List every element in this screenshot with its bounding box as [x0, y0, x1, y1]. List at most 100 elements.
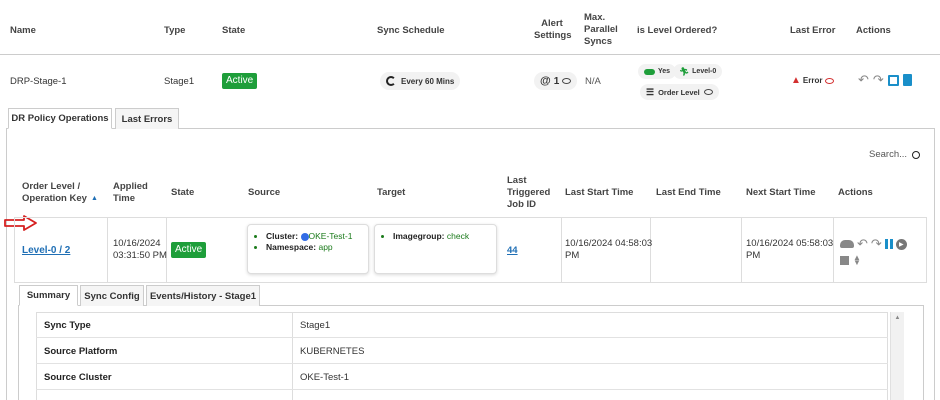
undo-icon[interactable]: ↶	[858, 72, 869, 88]
pause-icon[interactable]	[884, 239, 893, 249]
applied-header-line1: Applied	[113, 181, 148, 192]
col-header-alert-settings: Alert Settings	[534, 18, 572, 42]
col-header-last-error: Last Error	[790, 25, 836, 36]
undo-icon[interactable]: ↶	[857, 236, 868, 252]
search-box[interactable]: Search...	[869, 149, 921, 160]
last-start-line1: 10/16/2024 04:58:03	[565, 238, 653, 249]
scroll-up-icon[interactable]: ▲	[891, 315, 904, 321]
next-start-time: 10/16/2024 05:58:03 PM	[746, 238, 833, 262]
summary-row: Sync Type Stage1	[36, 312, 888, 338]
tab-summary[interactable]: Summary	[19, 285, 78, 306]
level-text: Level-0	[692, 68, 717, 75]
col-header-order-level[interactable]: Order Level / Operation Key ▲	[22, 181, 98, 205]
cluster-label: Cluster:	[266, 231, 299, 241]
ops-actions-row2: ▲ ▼	[840, 254, 922, 267]
col-header-source: Source	[248, 187, 281, 198]
warning-icon: ▲	[791, 75, 801, 86]
alert-count: 1	[553, 75, 560, 87]
source-cluster-item: Cluster: OKE-Test-1	[266, 231, 360, 242]
row-divider	[107, 217, 108, 283]
col-header-state: State	[222, 25, 246, 36]
col-header-sync-schedule: Sync Schedule	[377, 25, 445, 36]
order-level-link[interactable]: Level-0 / 2	[22, 245, 70, 256]
summary-value: Stage1	[300, 320, 331, 331]
order-level-pill[interactable]: ☰ Order Level	[640, 84, 719, 100]
summary-row-partial	[36, 390, 888, 400]
applied-clock: 03:31:50 PM	[113, 250, 167, 261]
redo-icon[interactable]: ↷	[871, 236, 882, 252]
policy-state-badge: Active	[222, 73, 258, 89]
search-input[interactable]: Search...	[869, 149, 907, 160]
max-header-line2: Parallel	[584, 24, 618, 35]
cloud-icon[interactable]	[840, 240, 854, 248]
at-icon: @	[540, 75, 551, 87]
imagegroup-value: check	[446, 231, 470, 241]
applied-date: 10/16/2024	[113, 238, 161, 249]
sort-icon[interactable]: ▲ ▼	[853, 254, 861, 267]
eye-icon[interactable]	[562, 78, 572, 84]
next-start-line2: PM	[746, 250, 761, 261]
col-header-ops-actions: Actions	[838, 187, 873, 198]
summary-row: Source Platform KUBERNETES	[36, 338, 888, 364]
tab-last-errors[interactable]: Last Errors	[115, 108, 179, 129]
last-start-line2: PM	[565, 250, 580, 261]
level-pill: 🏃︎ Level-0	[673, 64, 723, 79]
col-header-next-start: Next Start Time	[746, 187, 816, 198]
ops-actions: ↶ ↷ ▶ ▲ ▼	[840, 236, 922, 267]
col-header-last-end: Last End Time	[656, 187, 721, 198]
schedule-icon	[386, 76, 396, 86]
alert-header-line1: Alert	[541, 18, 563, 29]
order-level-header-line2-wrap: Operation Key ▲	[22, 193, 98, 205]
target-card: Imagegroup: check	[374, 224, 497, 274]
col-header-target: Target	[377, 187, 406, 198]
job-id-link[interactable]: 44	[507, 245, 518, 256]
redo-icon[interactable]: ↷	[873, 72, 884, 88]
col-header-last-start: Last Start Time	[565, 187, 634, 198]
summary-key: Sync Type	[44, 320, 91, 331]
delete-icon[interactable]	[902, 74, 912, 86]
summary-value: KUBERNETES	[300, 346, 365, 357]
namespace-value: app	[318, 242, 333, 252]
tab-dr-policy-operations[interactable]: DR Policy Operations	[8, 108, 112, 129]
last-start-time: 10/16/2024 04:58:03 PM	[565, 238, 652, 262]
eye-icon[interactable]	[825, 77, 835, 84]
summary-row: Source Cluster OKE-Test-1	[36, 364, 888, 390]
source-card: Cluster: OKE-Test-1 Namespace: app	[247, 224, 369, 274]
max-parallel-value: N/A	[585, 76, 601, 87]
applied-time: 10/16/2024 03:31:50 PM	[113, 238, 167, 262]
play-icon[interactable]: ▶	[895, 238, 907, 250]
tab-events-history[interactable]: Events/History - Stage1	[146, 285, 260, 306]
col-header-name: Name	[10, 25, 36, 36]
policy-type: Stage1	[164, 76, 195, 87]
stop-icon[interactable]	[840, 255, 849, 265]
sort-asc-icon[interactable]: ▲	[91, 193, 98, 205]
level-ordered-yes-pill: Yes	[638, 64, 677, 79]
alert-header-line2: Settings	[534, 30, 572, 41]
last-job-header-line2: Triggered	[507, 187, 551, 198]
last-error-indicator[interactable]: ▲ Error	[791, 75, 835, 86]
sync-schedule-pill: Every 60 Mins	[380, 72, 461, 90]
col-header-last-job: Last Triggered Job ID	[507, 175, 550, 211]
tab-sync-config[interactable]: Sync Config	[80, 285, 144, 306]
alert-settings-pill[interactable]: @ 1	[534, 72, 578, 90]
eye-icon[interactable]	[703, 89, 713, 95]
col-header-ops-state: State	[171, 187, 195, 198]
edit-icon[interactable]	[887, 74, 899, 86]
summary-scrollbar[interactable]: ▲	[890, 312, 904, 400]
col-header-actions: Actions	[856, 25, 891, 36]
cluster-value: OKE-Test-1	[308, 231, 353, 241]
runner-icon: 🏃︎	[679, 67, 690, 76]
next-start-line1: 10/16/2024 05:58:03	[746, 238, 834, 249]
kubernetes-icon	[300, 232, 309, 241]
applied-header-line2: Time	[113, 193, 136, 204]
order-level-header-line1: Order Level /	[22, 181, 81, 192]
col-header-type: Type	[164, 25, 186, 36]
header-divider	[0, 54, 940, 55]
row-divider	[561, 217, 562, 283]
col-header-level-ordered: is Level Ordered?	[637, 25, 718, 36]
summary-key: Source Cluster	[44, 372, 112, 383]
row-divider	[741, 217, 742, 283]
schedule-text: Every 60 Mins	[401, 76, 455, 86]
last-job-header-line3: Job ID	[507, 199, 537, 210]
search-icon	[912, 150, 921, 159]
